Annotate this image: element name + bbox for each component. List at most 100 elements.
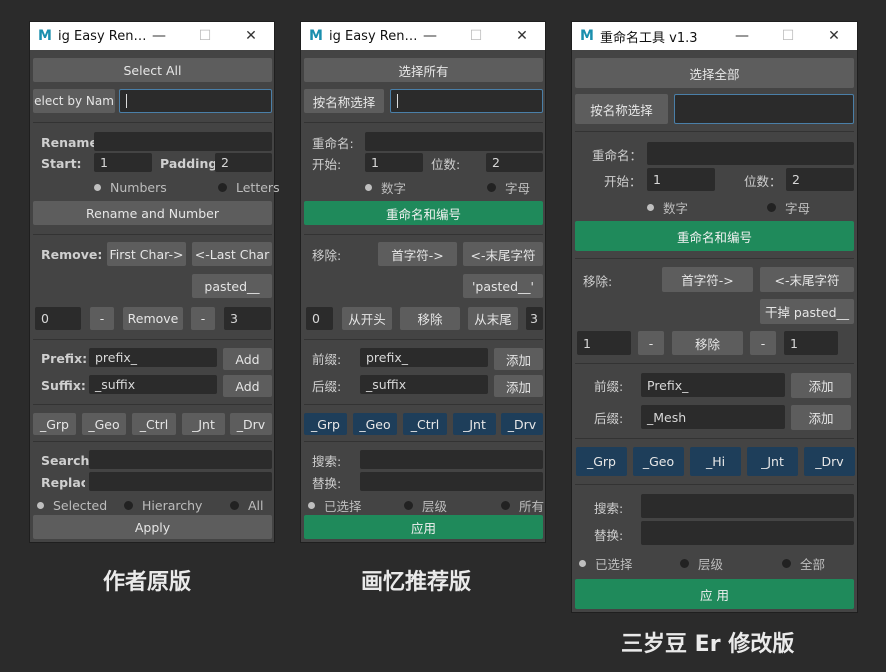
remove-end-count-input[interactable]: 3 [526,307,543,330]
scope-hierarchy-radio[interactable]: Hierarchy [124,497,202,513]
close-icon[interactable]: ✕ [499,22,545,50]
suffix-geo-button[interactable]: _Geo [353,413,397,435]
apply-button[interactable]: Apply [33,515,272,539]
remove-start-count-input[interactable]: 0 [306,307,333,330]
suffix-grp-button[interactable]: _Grp [304,413,347,435]
scope-hierarchy-radio[interactable]: 层级 [404,497,447,514]
add-prefix-button[interactable]: 添加 [494,348,543,370]
remove-pasted-button[interactable]: 'pasted__' [463,274,543,298]
search-input[interactable] [360,450,543,469]
suffix-jnt-button[interactable]: _Jnt [453,413,496,435]
replace-input[interactable] [641,521,854,545]
decrement-button[interactable]: - [191,307,215,330]
remove-first-char-button[interactable]: 首字符-> [662,267,753,292]
prefix-input[interactable]: prefix_ [89,348,217,367]
minimize-icon[interactable]: — [136,22,182,50]
select-all-button[interactable]: 选择全部 [575,58,854,88]
remove-last-char-button[interactable]: <-末尾字符 [760,267,854,292]
close-icon[interactable]: ✕ [228,22,274,50]
rename-input[interactable] [365,132,543,151]
remove-last-char-button[interactable]: <-末尾字符 [463,242,543,266]
start-input[interactable]: 1 [94,153,152,172]
suffix-ctrl-button[interactable]: _Ctrl [132,413,176,435]
add-suffix-button[interactable]: 添加 [494,375,543,397]
start-input[interactable]: 1 [365,153,423,172]
close-icon[interactable]: ✕ [811,22,857,50]
remove-start-count-input[interactable]: 0 [35,307,81,330]
remove-first-char-button[interactable]: 首字符-> [378,242,457,266]
add-suffix-button[interactable]: Add [223,375,272,397]
search-input[interactable] [641,494,854,518]
remove-end-count-input[interactable]: 1 [784,331,838,355]
add-prefix-button[interactable]: 添加 [791,373,851,398]
rename-and-number-button[interactable]: 重命名和编号 [575,221,854,251]
scope-all-radio[interactable]: 所有 [501,497,544,514]
scope-all-radio[interactable]: 全部 [782,555,825,572]
rename-input[interactable] [647,142,854,165]
select-all-button[interactable]: 选择所有 [304,58,543,82]
remove-start-count-input[interactable]: 1 [577,331,631,355]
decrement-button[interactable]: - [638,331,664,355]
scope-selected-radio[interactable]: Selected [37,497,107,513]
numbers-radio[interactable]: 数字 [647,199,688,216]
rename-input[interactable] [94,132,272,151]
scope-selected-radio[interactable]: 已选择 [579,555,633,572]
scope-hierarchy-radio[interactable]: 层级 [680,555,723,572]
apply-button[interactable]: 应 用 [575,579,854,609]
search-input[interactable] [89,450,272,469]
add-prefix-button[interactable]: Add [223,348,272,370]
suffix-grp-button[interactable]: _Grp [33,413,76,435]
scope-all-radio[interactable]: All [230,497,264,513]
rename-and-number-button[interactable]: Rename and Number [33,201,272,225]
replace-input[interactable] [89,472,272,491]
suffix-hi-button[interactable]: _Hi [690,447,741,476]
suffix-geo-button[interactable]: _Geo [82,413,126,435]
padding-input[interactable]: 2 [215,153,272,172]
remove-end-count-input[interactable]: 3 [224,307,271,330]
suffix-input[interactable]: _suffix [360,375,488,394]
select-by-name-button[interactable]: 按名称选择 [304,89,384,113]
scope-selected-radio[interactable]: 已选择 [308,497,362,514]
minimize-icon[interactable]: — [719,22,765,50]
suffix-input[interactable]: _suffix [89,375,217,394]
add-suffix-button[interactable]: 添加 [791,405,851,430]
suffix-drv-button[interactable]: _Drv [501,413,543,435]
prefix-input[interactable]: Prefix_ [641,373,785,397]
remove-first-char-button[interactable]: First Char-> [107,242,186,266]
apply-button[interactable]: 应用 [304,515,543,539]
remove-pasted-button[interactable]: 干掉 pasted__ [760,299,854,324]
remove-button[interactable]: Remove [123,307,183,330]
suffix-geo-button[interactable]: _Geo [633,447,684,476]
select-all-button[interactable]: Select All [33,58,272,82]
rename-and-number-button[interactable]: 重命名和编号 [304,201,543,225]
select-by-name-button[interactable]: 按名称选择 [575,94,668,124]
letters-radio[interactable]: Letters [218,179,280,195]
suffix-drv-button[interactable]: _Drv [230,413,272,435]
numbers-radio[interactable]: Numbers [94,179,167,195]
select-by-name-button[interactable]: elect by Nam [33,89,115,113]
start-input[interactable]: 1 [647,168,715,191]
padding-input[interactable]: 2 [786,168,854,191]
suffix-grp-button[interactable]: _Grp [576,447,627,476]
remove-button[interactable]: 移除 [400,307,460,330]
prefix-input[interactable]: prefix_ [360,348,488,367]
remove-from-start-button[interactable]: 从开头 [342,307,392,330]
suffix-input[interactable]: _Mesh [641,405,785,429]
decrement-button[interactable]: - [750,331,776,355]
remove-button[interactable]: 移除 [672,331,743,355]
remove-from-end-button[interactable]: 从末尾 [468,307,518,330]
padding-input[interactable]: 2 [486,153,543,172]
remove-last-char-button[interactable]: <-Last Char [192,242,272,266]
select-by-name-input[interactable] [119,89,272,113]
suffix-ctrl-button[interactable]: _Ctrl [403,413,447,435]
suffix-drv-button[interactable]: _Drv [804,447,855,476]
minimize-icon[interactable]: — [407,22,453,50]
numbers-radio[interactable]: 数字 [365,179,406,196]
suffix-jnt-button[interactable]: _Jnt [747,447,798,476]
replace-input[interactable] [360,472,543,491]
select-by-name-input[interactable] [674,94,854,124]
letters-radio[interactable]: 字母 [767,199,810,216]
remove-pasted-button[interactable]: pasted__ [192,274,272,298]
decrement-button[interactable]: - [90,307,114,330]
suffix-jnt-button[interactable]: _Jnt [182,413,225,435]
